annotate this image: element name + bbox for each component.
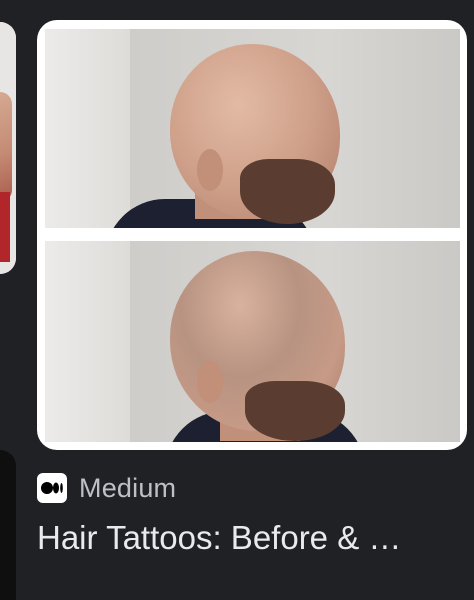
medium-logo-icon: [37, 473, 67, 503]
result-image-card[interactable]: [37, 20, 467, 450]
previous-result-photo: [0, 22, 16, 274]
photo-divider: [37, 228, 467, 241]
previous-result-thumbnail[interactable]: [0, 22, 16, 274]
next-row-thumbnail[interactable]: [0, 450, 16, 600]
source-name: Medium: [79, 472, 177, 503]
after-photo: [45, 241, 460, 442]
before-photo: [45, 29, 460, 228]
image-results-page: Medium Hair Tattoos: Before & …: [0, 0, 474, 600]
source-row[interactable]: Medium: [37, 470, 176, 506]
result-title[interactable]: Hair Tattoos: Before & …: [37, 516, 467, 560]
